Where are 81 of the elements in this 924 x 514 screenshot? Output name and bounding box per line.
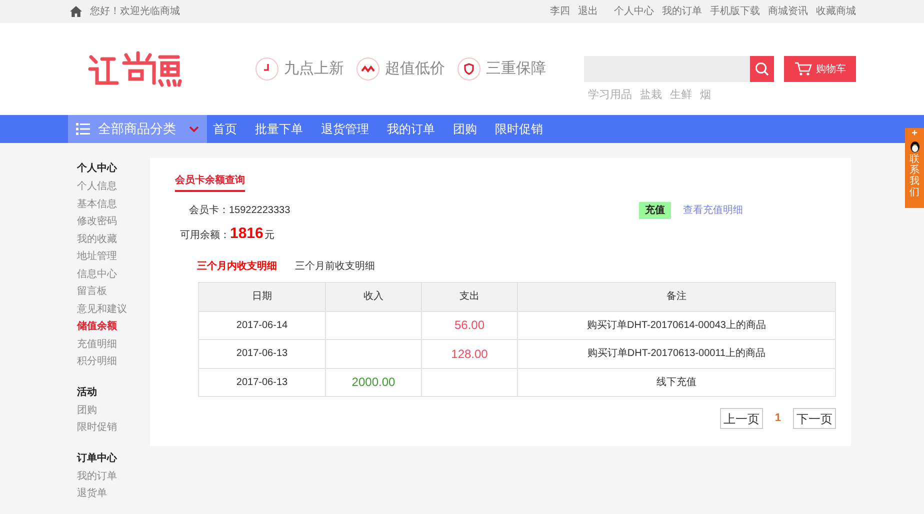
table-cell: 56.00: [422, 311, 518, 340]
card-number: 15922223333: [229, 204, 290, 218]
column-header: 收入: [326, 282, 422, 311]
nav-link[interactable]: 限时促销: [495, 120, 543, 138]
sidebar-link[interactable]: 限时促销: [77, 420, 150, 438]
plus-sign: +: [912, 128, 918, 140]
balance-label: 可用余额：: [180, 228, 230, 243]
chevron-down-icon: [189, 126, 199, 132]
recharge-button[interactable]: 充值: [639, 202, 672, 219]
balance-amount: 1816: [230, 224, 264, 244]
hot-search-link[interactable]: 学习用品: [588, 87, 632, 104]
sidebar-link[interactable]: 修改密码: [77, 214, 150, 232]
top-link[interactable]: 收藏商城: [816, 4, 856, 19]
nav-link[interactable]: 团购: [453, 120, 477, 138]
top-link[interactable]: 手机版下载: [710, 4, 760, 19]
column-header: 备注: [518, 282, 836, 311]
nav-link[interactable]: 我的订单: [387, 120, 435, 138]
search-icon: [755, 62, 769, 76]
hot-search-link[interactable]: 盐栽: [640, 87, 662, 104]
nav-link[interactable]: 批量下单: [255, 120, 303, 138]
sidebar-heading: 订单中心: [77, 451, 118, 466]
sidebar-link[interactable]: 退货单: [77, 486, 150, 504]
column-header: 支出: [422, 282, 518, 311]
table-cell: 2017-06-13: [198, 340, 326, 368]
sidebar-link[interactable]: 积分明细: [77, 354, 150, 372]
hot-search-link[interactable]: 烟: [700, 87, 711, 104]
table-cell: 线下充值: [518, 368, 836, 396]
shield-icon: [457, 57, 481, 81]
contact-side-tab[interactable]: + 联系我们: [905, 128, 924, 208]
tab[interactable]: 三个月前收支明细: [295, 258, 375, 274]
list-icon: [76, 123, 90, 135]
recharge-detail-link[interactable]: 查看充值明细: [683, 203, 744, 218]
sidebar-link[interactable]: 个人信息: [77, 179, 150, 196]
section-title: 会员卡余额查询: [175, 173, 245, 192]
contact-us-label: 联系我们: [910, 154, 920, 198]
promise-text: 三重保障: [486, 58, 546, 79]
greeting-text: 您好！欢迎光临商城: [90, 4, 180, 19]
sidebar-link[interactable]: 我的订单: [77, 468, 150, 486]
zigzag-icon: [356, 57, 380, 81]
top-link[interactable]: 我的订单: [662, 4, 702, 19]
sidebar-link[interactable]: 地址管理: [77, 249, 150, 266]
table-cell: 2000.00: [326, 368, 422, 396]
sidebar-link[interactable]: 充值明细: [77, 336, 150, 354]
top-link[interactable]: 退出: [578, 4, 598, 19]
table-cell: 2017-06-13: [198, 368, 326, 396]
sidebar-link[interactable]: 信息中心: [77, 266, 150, 284]
clock-icon: [255, 57, 279, 81]
next-page-button[interactable]: 下一页: [793, 408, 836, 429]
nav-link[interactable]: 首页: [213, 120, 237, 138]
top-link[interactable]: 个人中心: [614, 4, 654, 19]
sidebar-link[interactable]: 团购: [77, 402, 150, 420]
sidebar-link[interactable]: 意见和建议: [77, 302, 150, 319]
search-button[interactable]: [750, 56, 774, 82]
cart-icon: [794, 62, 812, 76]
penguin-icon: [908, 140, 920, 153]
promise-text: 九点上新: [284, 58, 344, 79]
cart-button[interactable]: 购物车: [784, 56, 856, 82]
sidebar-link[interactable]: 留言板: [77, 284, 150, 302]
sidebar-heading: 活动: [77, 386, 98, 400]
search-field[interactable]: [584, 56, 750, 82]
column-header: 日期: [198, 282, 326, 311]
hot-search-link[interactable]: 生鲜: [670, 87, 692, 104]
table-cell: 购买订单DHT-20170613-00011上的商品: [518, 340, 836, 368]
home-icon[interactable]: [70, 6, 82, 17]
nav-link[interactable]: 退货管理: [321, 120, 369, 138]
sidebar-heading: 个人中心: [77, 161, 118, 176]
table-cell: 128.00: [422, 340, 518, 368]
sidebar-link[interactable]: 我的收藏: [77, 232, 150, 249]
top-link[interactable]: 商城资讯: [768, 4, 808, 19]
category-menu[interactable]: 全部商品分类: [68, 115, 207, 143]
table-cell: 购买订单DHT-20170614-00043上的商品: [518, 311, 836, 340]
table-cell: 2017-06-14: [198, 311, 326, 340]
currency-unit: 元: [264, 229, 274, 243]
tab[interactable]: 三个月内收支明细: [197, 258, 277, 274]
sidebar-link[interactable]: 基本信息: [77, 196, 150, 214]
sidebar-link[interactable]: 储值余额: [77, 319, 150, 336]
current-page-number: 1: [774, 411, 781, 426]
top-link[interactable]: 李四: [550, 4, 570, 19]
card-label: 会员卡：: [189, 204, 229, 218]
previous-page-button[interactable]: 上一页: [720, 408, 763, 429]
promise-text: 超值低价: [385, 58, 445, 79]
